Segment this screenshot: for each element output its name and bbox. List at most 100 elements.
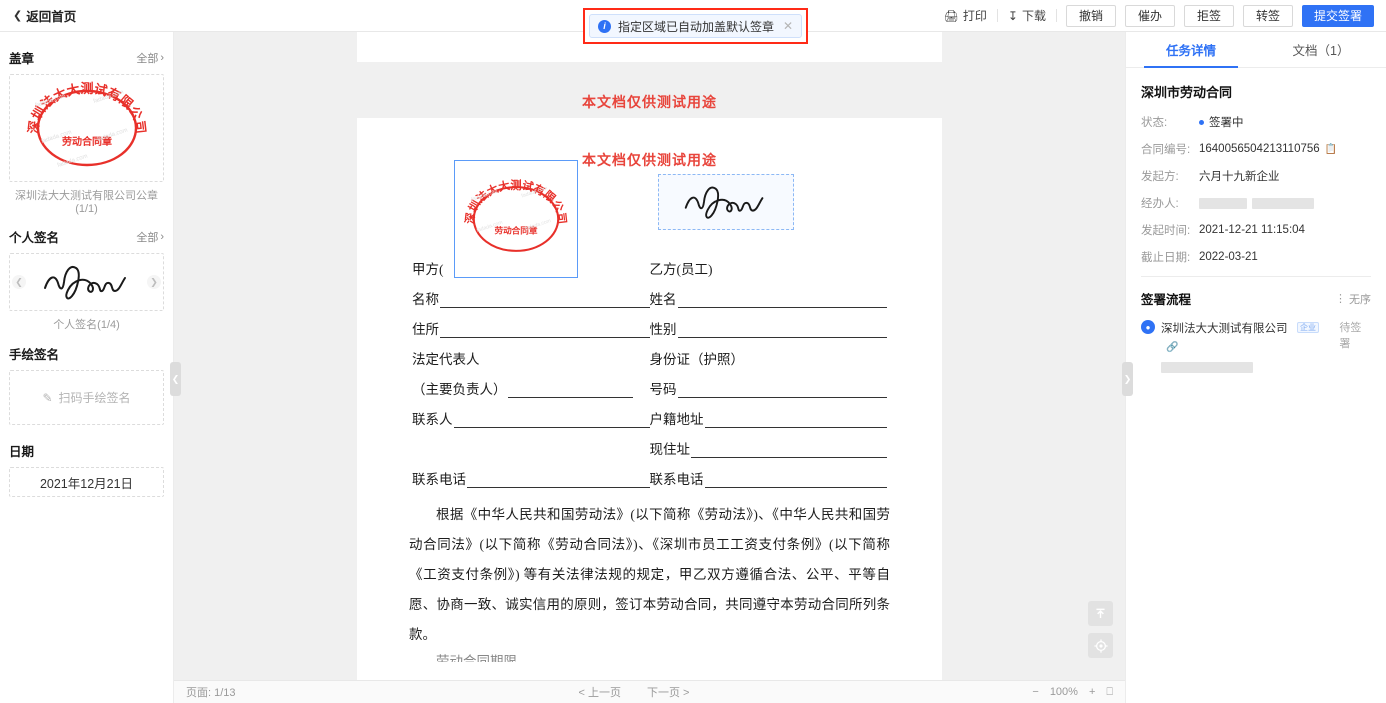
- document-pages[interactable]: 本文档仅供测试用途 本文档仅供测试用途 甲方(深圳法大大测试有限公司 劳动合同…: [174, 32, 1125, 680]
- zoom-controls: − 100% + ⎕: [1032, 686, 1113, 699]
- field-row: 住所: [412, 308, 650, 338]
- scan-hand-sign-button[interactable]: ✎ 扫码手绘签名: [9, 370, 164, 425]
- field-label: 现住址: [649, 442, 691, 457]
- page-navigation: < 上一页 下一页 >: [578, 684, 689, 700]
- personal-sign-view-all-link[interactable]: 全部 ›: [136, 229, 164, 245]
- urge-button[interactable]: 催办: [1125, 4, 1175, 27]
- zoom-level-label: 100%: [1049, 686, 1078, 698]
- submit-sign-button[interactable]: 提交签署: [1302, 4, 1374, 27]
- collapse-right-panel-handle[interactable]: ❯: [1122, 362, 1133, 396]
- field-row: 姓名: [650, 278, 887, 308]
- avatar: ●: [1141, 320, 1155, 334]
- seal-view-all-link[interactable]: 全部 ›: [136, 50, 164, 66]
- next-page-button[interactable]: 下一页 >: [647, 684, 689, 700]
- contract-number-value: 1640056504213110756: [1199, 143, 1320, 155]
- chevron-left-icon: ❮: [13, 10, 23, 22]
- scan-hand-sign-inner: ✎ 扫码手绘签名: [42, 389, 130, 406]
- status-dot-icon: [1199, 119, 1204, 125]
- handler-value-redacted: [1199, 197, 1371, 209]
- download-button[interactable]: ↧ 下载: [998, 7, 1056, 24]
- detail-key: 截止日期:: [1141, 252, 1191, 264]
- signing-order-toggle[interactable]: ⋮ 无序: [1335, 291, 1371, 307]
- field-row: 身份证（护照）: [650, 338, 888, 368]
- notice-highlight-box: i 指定区域已自动加盖默认签章 ✕: [583, 8, 808, 44]
- field-underline: [677, 324, 887, 338]
- detail-row-handler: 经办人:: [1141, 195, 1371, 211]
- field-underline: [453, 414, 650, 428]
- copy-icon[interactable]: 📋: [1325, 144, 1337, 155]
- detail-key: 状态:: [1141, 117, 1168, 129]
- chevron-right-icon: ›: [160, 51, 164, 64]
- zoom-out-button[interactable]: −: [1032, 686, 1038, 698]
- document-viewer: 本文档仅供测试用途 本文档仅供测试用途 甲方(深圳法大大测试有限公司 劳动合同…: [174, 32, 1125, 703]
- date-section-title: 日期: [9, 445, 35, 459]
- detail-row-initiator: 发起方: 六月十九新企业: [1141, 168, 1371, 184]
- signing-order-label: 无序: [1349, 293, 1371, 306]
- field-label: （主要负责人）: [412, 382, 507, 397]
- personal-signature-caption: 个人签名(1/4): [53, 319, 120, 331]
- scroll-to-top-button[interactable]: [1088, 601, 1113, 626]
- field-label: 号码: [649, 382, 677, 397]
- seal-section-header: 盖章 全部 ›: [9, 48, 164, 67]
- date-value-box[interactable]: 2021年12月21日: [9, 467, 164, 497]
- prev-page-button[interactable]: < 上一页: [578, 684, 620, 700]
- handwritten-signature-glyph: [43, 266, 126, 300]
- reject-sign-button[interactable]: 拒签: [1184, 4, 1234, 27]
- tab-documents[interactable]: 文档（1）: [1256, 32, 1386, 67]
- signer-status: 待签署: [1339, 322, 1362, 350]
- redacted-block: [1252, 197, 1314, 209]
- seal-thumbnail[interactable]: 深圳法大大测试有限公司 劳动合同章 fadada.com fadada.com …: [9, 74, 164, 182]
- detail-key: 合同编号:: [1141, 144, 1191, 156]
- divider: [1141, 276, 1371, 277]
- field-row: 性别: [649, 308, 887, 338]
- field-label: 身份证（护照）: [649, 352, 745, 367]
- employee-signature-slot[interactable]: [657, 174, 794, 230]
- pencil-icon: ✎: [42, 390, 53, 405]
- field-label: 户籍地址: [649, 412, 704, 427]
- locate-signature-button[interactable]: [1088, 633, 1113, 658]
- placed-employee-signature: [684, 186, 763, 219]
- detail-key: 经办人:: [1141, 198, 1179, 210]
- back-to-home-button[interactable]: ❮ 返回首页: [0, 6, 76, 25]
- link-icon[interactable]: 🔗: [1166, 342, 1178, 353]
- detail-key: 发起时间:: [1141, 225, 1191, 237]
- print-button[interactable]: 🖨 打印: [934, 7, 997, 24]
- workspace-body: 盖章 全部 › 深圳法大大测试有限公司 劳动合同章 fadada.com fad…: [0, 32, 1386, 703]
- field-label: 性别: [649, 322, 677, 337]
- party-a-column: 甲方( 深圳法大大测试有限公司 劳动合同章 fadada.com fadada.…: [412, 160, 650, 278]
- viewer-float-buttons: [1088, 601, 1113, 658]
- right-fields: 姓名 性别 身份证（护照） 号码 户籍地址 现住址 联系电话: [649, 278, 888, 488]
- fit-page-icon[interactable]: ⎕: [1106, 686, 1113, 699]
- notice-text: 指定区域已自动加盖默认签章: [617, 19, 774, 34]
- tab-task-detail[interactable]: 任务详情: [1126, 32, 1256, 68]
- close-icon[interactable]: ✕: [783, 19, 793, 33]
- signature-next-button[interactable]: ❯: [147, 275, 161, 289]
- transfer-sign-button[interactable]: 转签: [1243, 4, 1293, 27]
- field-label: 联系人: [412, 412, 453, 427]
- field-underline: [704, 414, 887, 428]
- auto-seal-notice: i 指定区域已自动加盖默认签章 ✕: [588, 14, 803, 38]
- company-seal-placed-slot[interactable]: 深圳法大大测试有限公司 劳动合同章 fadada.com fadada.com …: [454, 160, 578, 278]
- signature-prev-button[interactable]: ❮: [12, 275, 26, 289]
- field-label: 法定代表人: [412, 352, 480, 367]
- status-badge: 签署中: [1209, 117, 1244, 129]
- zoom-in-button[interactable]: +: [1089, 686, 1095, 698]
- field-row: 法定代表人: [412, 338, 650, 368]
- chevron-right-icon: ›: [160, 230, 164, 243]
- revoke-button[interactable]: 撤销: [1066, 4, 1116, 27]
- seal-view-all-label: 全部: [136, 52, 159, 65]
- field-row: （主要负责人）: [412, 368, 650, 398]
- locate-target-icon: [1093, 638, 1108, 653]
- company-seal-stamp: 深圳法大大测试有限公司 劳动合同章 fadada.com fadada.com …: [22, 79, 152, 177]
- signer-row: ● 深圳法大大测试有限公司 企业 🔗 待签署: [1141, 319, 1371, 378]
- personal-signature-thumbnail[interactable]: ❮ ❯: [9, 253, 164, 311]
- field-underline: [467, 474, 650, 488]
- collapse-sidebar-handle[interactable]: ❮: [170, 362, 181, 396]
- contract-next-heading: 劳动合同期限: [436, 654, 517, 662]
- viewer-bottom-bar: 页面: 1/13 < 上一页 下一页 > − 100% + ⎕: [174, 680, 1125, 703]
- top-toolbar-actions: 🖨 打印 ↧ 下载 撤销 催办 拒签 转签 提交签署: [934, 0, 1386, 31]
- contract-form: 甲方( 深圳法大大测试有限公司 劳动合同章 fadada.com fadada.…: [357, 160, 942, 488]
- signer-redacted-detail: [1161, 360, 1333, 378]
- field-label: 住所: [412, 322, 439, 337]
- scan-hand-sign-label: 扫码手绘签名: [58, 391, 131, 405]
